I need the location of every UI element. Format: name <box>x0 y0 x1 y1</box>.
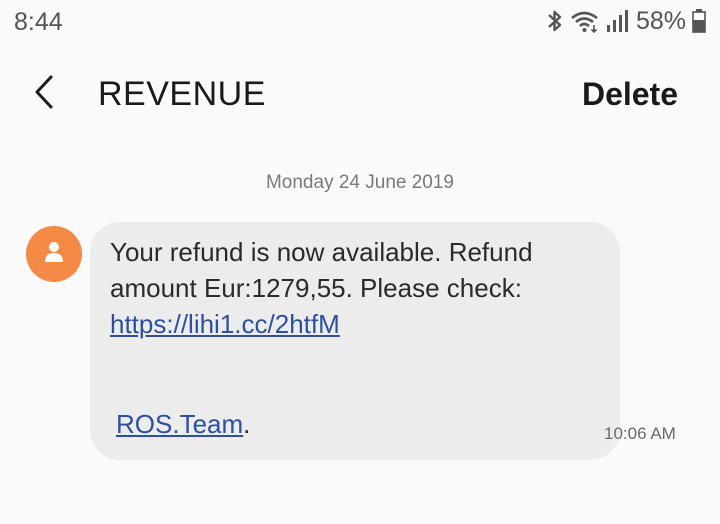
signature-link[interactable]: ROS.Team <box>116 409 243 439</box>
avatar[interactable] <box>26 226 82 282</box>
date-separator: Monday 24 June 2019 <box>265 172 455 193</box>
bluetooth-icon <box>546 8 564 34</box>
chevron-left-icon <box>32 74 56 115</box>
status-icons: 58% <box>546 6 706 36</box>
battery-icon <box>692 9 706 33</box>
conversation-title: REVENUE <box>98 75 266 113</box>
message-bubble[interactable]: Your refund is now available. Refund amo… <box>90 222 620 460</box>
delete-button[interactable]: Delete <box>582 72 678 116</box>
wifi-icon <box>570 9 600 33</box>
message-text-line1: Your refund is now available. Refund <box>110 237 533 267</box>
battery-percent: 58% <box>635 6 686 35</box>
signature-suffix: . <box>243 409 251 439</box>
sms-screen: 8:44 58% REVENUE Delete Monday 24 June 2… <box>0 0 720 524</box>
status-time: 8:44 <box>14 8 63 36</box>
person-icon <box>43 240 65 269</box>
signature: ROS.Team. <box>116 406 250 442</box>
signal-icon <box>606 9 628 33</box>
back-button[interactable] <box>22 72 66 116</box>
app-bar: REVENUE Delete <box>0 44 720 144</box>
message-time: 10:06 AM <box>604 424 676 443</box>
message-text-line2: amount Eur:1279,55. Please check: <box>110 273 522 303</box>
refund-link[interactable]: https://lihi1.cc/2htfM <box>110 309 340 339</box>
status-bar: 8:44 58% <box>0 0 720 44</box>
